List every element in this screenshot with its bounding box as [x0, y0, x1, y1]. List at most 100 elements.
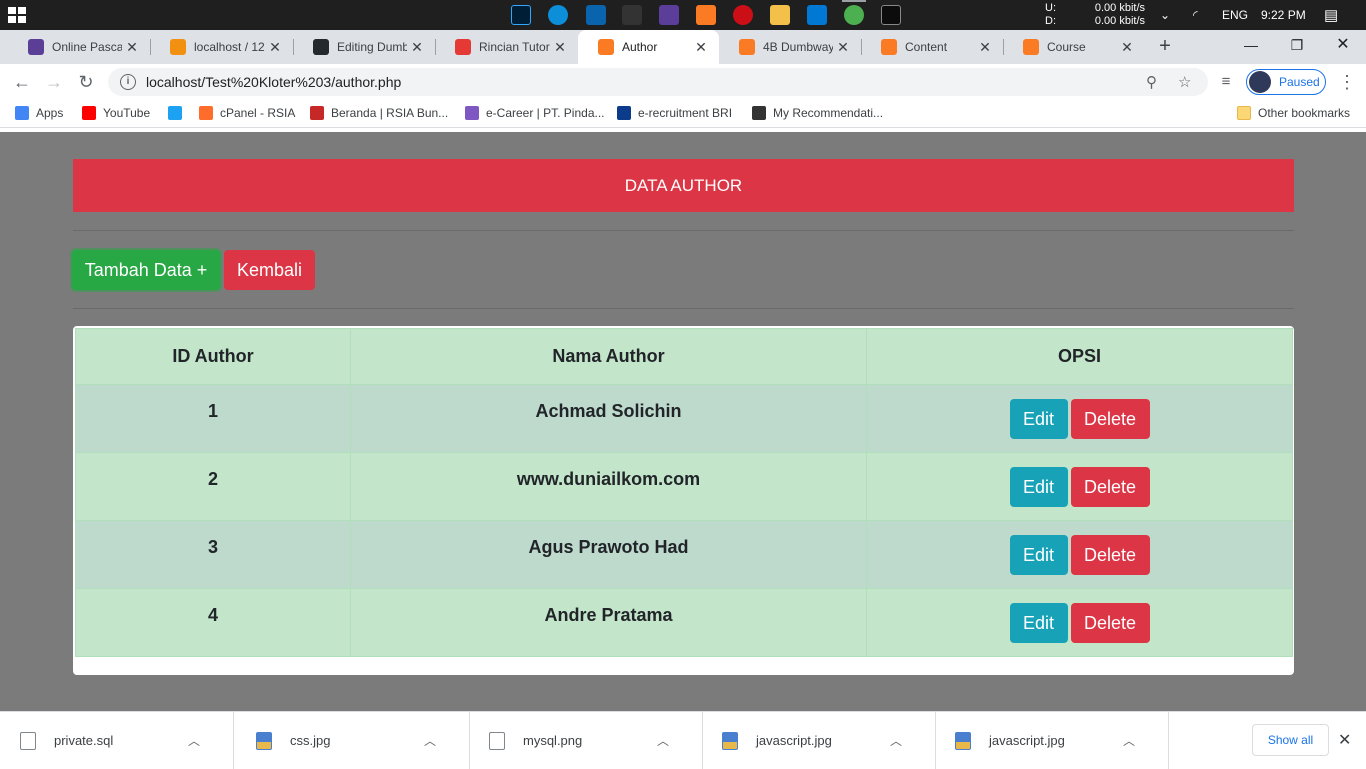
chevron-up-icon[interactable]: ︿	[886, 732, 906, 749]
terminal-app-icon[interactable]	[622, 5, 642, 25]
notification-icon[interactable]: ▤	[1324, 0, 1338, 30]
delete-button[interactable]: Delete	[1070, 398, 1150, 439]
bookmark-label: Apps	[36, 106, 64, 120]
tab-close-icon[interactable]: ✕	[691, 39, 711, 56]
options-cell: Edit Delete	[866, 384, 1293, 453]
edge-icon[interactable]	[548, 5, 568, 25]
profile-button[interactable]: Paused	[1246, 69, 1326, 95]
options-cell: Edit Delete	[866, 520, 1293, 589]
download-filename: javascript.jpg	[756, 733, 832, 748]
chevron-up-icon[interactable]: ︿	[184, 732, 204, 749]
bookmark-2[interactable]	[168, 106, 189, 120]
download-filename: mysql.png	[523, 733, 583, 748]
download-item[interactable]: private.sql ︿	[0, 712, 234, 769]
bookmark-3[interactable]: cPanel - RSIA	[199, 106, 295, 120]
delete-button[interactable]: Delete	[1070, 602, 1150, 643]
tab-close-icon[interactable]: ✕	[975, 39, 995, 56]
tab-close-icon[interactable]: ✕	[265, 39, 285, 56]
tab-2[interactable]: Editing Dumbw✕	[293, 30, 435, 64]
column-header-name: Nama Author	[350, 328, 867, 385]
tab-3[interactable]: Rincian Tutoria✕	[435, 30, 578, 64]
cmd-icon[interactable]	[881, 5, 901, 25]
close-icon[interactable]: ✕	[1338, 730, 1351, 750]
tab-0[interactable]: Online Pascal C✕	[8, 30, 150, 64]
page-viewport: DATA AUTHOR Tambah Data + Kembali ID Aut…	[0, 132, 1366, 712]
forward-icon[interactable]: →	[42, 71, 66, 93]
windows-start-icon[interactable]	[8, 7, 26, 23]
edit-button[interactable]: Edit	[1009, 398, 1068, 439]
browser-toolbar: ← → ↻ i localhost/Test%20Kloter%203/auth…	[0, 64, 1366, 100]
chevron-up-icon[interactable]: ︿	[653, 732, 673, 749]
photoshop-icon[interactable]	[511, 5, 531, 25]
delete-button[interactable]: Delete	[1070, 466, 1150, 507]
clock[interactable]: 9:22 PM	[1261, 0, 1306, 30]
tab-5[interactable]: 4B Dumbways ✕	[719, 30, 861, 64]
bookmark-4[interactable]: Beranda | RSIA Bun...	[310, 106, 448, 120]
menu-kebab-icon[interactable]: ⋮	[1335, 71, 1359, 93]
media-app-icon[interactable]	[659, 5, 679, 25]
download-label: D:	[1045, 15, 1056, 27]
edit-button[interactable]: Edit	[1009, 466, 1068, 507]
bookmark-1[interactable]: YouTube	[82, 106, 150, 120]
delete-button[interactable]: Delete	[1070, 534, 1150, 575]
opera-icon[interactable]	[733, 5, 753, 25]
mail-icon[interactable]	[586, 5, 606, 25]
bookmark-6[interactable]: e-recruitment BRI	[617, 106, 732, 120]
download-item[interactable]: css.jpg ︿	[236, 712, 470, 769]
reload-icon[interactable]: ↻	[74, 71, 98, 93]
zoom-icon[interactable]: ⚲	[1146, 73, 1157, 91]
vscode-icon[interactable]	[807, 5, 827, 25]
back-icon[interactable]: ←	[10, 71, 34, 93]
back-button[interactable]: Kembali	[224, 250, 315, 290]
bookmark-5[interactable]: e-Career | PT. Pinda...	[465, 106, 605, 120]
download-item[interactable]: javascript.jpg ︿	[702, 712, 936, 769]
tab-close-icon[interactable]: ✕	[407, 39, 427, 56]
downloads-bar: Show all ✕ private.sql ︿ css.jpg ︿ mysql.png…	[0, 711, 1366, 769]
tab-6[interactable]: Content ✕	[861, 30, 1003, 64]
address-bar[interactable]: i localhost/Test%20Kloter%203/author.php…	[108, 68, 1208, 96]
url-text[interactable]: localhost/Test%20Kloter%203/author.php	[146, 74, 401, 90]
media-control-icon[interactable]: ≡	[1214, 71, 1238, 93]
bookmark-icon	[82, 106, 96, 120]
chevron-down-icon[interactable]: ⌄	[1160, 0, 1170, 30]
tab-label: Content	[905, 40, 948, 54]
tab-label: Online Pascal C	[52, 40, 122, 54]
chevron-up-icon[interactable]: ︿	[420, 732, 440, 749]
xampp-icon[interactable]	[696, 5, 716, 25]
info-icon[interactable]: i	[120, 74, 136, 90]
tab-1[interactable]: localhost / 127 ✕	[150, 30, 293, 64]
download-item[interactable]: javascript.jpg ︿	[935, 712, 1169, 769]
chrome-icon[interactable]	[842, 0, 866, 25]
edit-button[interactable]: Edit	[1009, 602, 1068, 643]
tab-4[interactable]: Author ✕	[578, 30, 719, 64]
bookmark-0[interactable]: Apps	[15, 106, 63, 120]
other-bookmarks[interactable]: Other bookmarks	[1237, 106, 1350, 120]
tab-favicon-icon	[455, 39, 471, 55]
minimize-button[interactable]: —	[1228, 30, 1274, 60]
add-data-button[interactable]: Tambah Data +	[72, 250, 220, 290]
tab-7[interactable]: Course ✕	[1003, 30, 1145, 64]
tab-close-icon[interactable]: ✕	[122, 39, 142, 56]
download-item[interactable]: mysql.png ︿	[469, 712, 703, 769]
wifi-icon[interactable]: ◜	[1193, 0, 1198, 30]
tab-close-icon[interactable]: ✕	[550, 39, 570, 56]
edit-button[interactable]: Edit	[1009, 534, 1068, 575]
show-all-button[interactable]: Show all	[1252, 724, 1329, 756]
chevron-up-icon[interactable]: ︿	[1119, 732, 1139, 749]
table-row: 1 Achmad Solichin Edit Delete	[75, 384, 1293, 453]
tab-close-icon[interactable]: ✕	[833, 39, 853, 56]
bookmark-7[interactable]: My Recommendati...	[752, 106, 883, 120]
bookmark-label: e-Career | PT. Pinda...	[486, 106, 605, 120]
tab-close-icon[interactable]: ✕	[1117, 39, 1137, 56]
download-filename: private.sql	[54, 733, 114, 748]
tab-label: Author	[622, 40, 658, 54]
close-window-button[interactable]: ✕	[1320, 30, 1366, 60]
bookmark-star-icon[interactable]: ☆	[1178, 73, 1191, 91]
table-row: 3 Agus Prawoto Had Edit Delete	[75, 520, 1293, 589]
restore-button[interactable]: ❐	[1274, 30, 1320, 60]
new-tab-button[interactable]: +	[1153, 33, 1177, 59]
download-filename: css.jpg	[290, 733, 331, 748]
bookmark-label: e-recruitment BRI	[638, 106, 733, 120]
language-indicator[interactable]: ENG	[1222, 0, 1248, 30]
file-explorer-icon[interactable]	[770, 5, 790, 25]
